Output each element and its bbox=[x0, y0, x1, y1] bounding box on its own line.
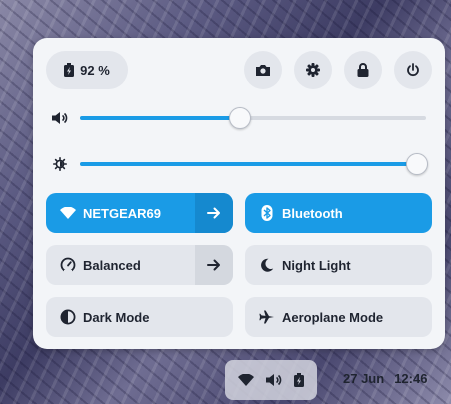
system-tray[interactable] bbox=[225, 360, 317, 400]
taskbar: 27 Jun 12:46 bbox=[0, 356, 451, 404]
battery-status-button[interactable]: 92 % bbox=[46, 51, 128, 89]
volume-slider-fill bbox=[80, 116, 240, 120]
speaker-icon[interactable] bbox=[52, 110, 68, 126]
arrow-right-icon bbox=[207, 259, 220, 271]
brightness-slider[interactable] bbox=[80, 153, 428, 175]
arrow-right-icon bbox=[207, 207, 220, 219]
volume-slider-row bbox=[33, 106, 445, 130]
battery-percent: 92 % bbox=[80, 62, 110, 78]
power-icon bbox=[407, 63, 419, 77]
gear-icon bbox=[306, 63, 320, 77]
brightness-slider-handle[interactable] bbox=[405, 153, 428, 175]
screenshot-button[interactable] bbox=[244, 51, 282, 89]
brightness-slider-fill bbox=[80, 162, 416, 166]
power-mode-tile[interactable]: Balanced bbox=[46, 245, 233, 285]
speaker-icon bbox=[266, 374, 282, 386]
bluetooth-tile[interactable]: Bluetooth bbox=[245, 193, 432, 233]
dark-mode-tile-label: Dark Mode bbox=[83, 309, 150, 325]
power-button[interactable] bbox=[394, 51, 432, 89]
clock-date: 27 Jun bbox=[343, 371, 385, 386]
bluetooth-tile-label: Bluetooth bbox=[282, 205, 343, 221]
moon-icon bbox=[259, 257, 275, 273]
brightness-slider-row bbox=[33, 152, 445, 176]
lock-icon bbox=[357, 63, 369, 77]
settings-button[interactable] bbox=[294, 51, 332, 89]
volume-slider-handle[interactable] bbox=[229, 107, 252, 129]
bluetooth-icon bbox=[259, 205, 275, 221]
wifi-icon bbox=[238, 374, 254, 386]
night-light-tile-label: Night Light bbox=[282, 257, 351, 273]
speedometer-icon bbox=[60, 257, 76, 273]
dark-mode-tile[interactable]: Dark Mode bbox=[46, 297, 233, 337]
aeroplane-mode-tile[interactable]: Aeroplane Mode bbox=[245, 297, 432, 337]
power-mode-menu-button[interactable] bbox=[195, 245, 233, 285]
wifi-tile-label: NETGEAR69 bbox=[83, 205, 162, 221]
wifi-icon bbox=[60, 205, 76, 221]
lock-button[interactable] bbox=[344, 51, 382, 89]
wifi-tile[interactable]: NETGEAR69 bbox=[46, 193, 233, 233]
dark-mode-icon bbox=[60, 309, 76, 325]
volume-slider[interactable] bbox=[80, 107, 426, 129]
battery-icon bbox=[64, 63, 75, 77]
brightness-icon bbox=[52, 156, 68, 172]
airplane-icon bbox=[259, 309, 275, 325]
aeroplane-mode-tile-label: Aeroplane Mode bbox=[282, 309, 384, 325]
camera-icon bbox=[256, 65, 270, 76]
wifi-menu-button[interactable] bbox=[195, 193, 233, 233]
quick-settings-panel: 92 % NETGEAR69 Bluetooth Balanced Night … bbox=[33, 38, 445, 349]
clock-time: 12:46 bbox=[394, 371, 428, 386]
power-mode-tile-label: Balanced bbox=[83, 257, 141, 273]
night-light-tile[interactable]: Night Light bbox=[245, 245, 432, 285]
battery-icon bbox=[294, 373, 304, 387]
clock[interactable]: 27 Jun 12:46 bbox=[343, 371, 427, 386]
